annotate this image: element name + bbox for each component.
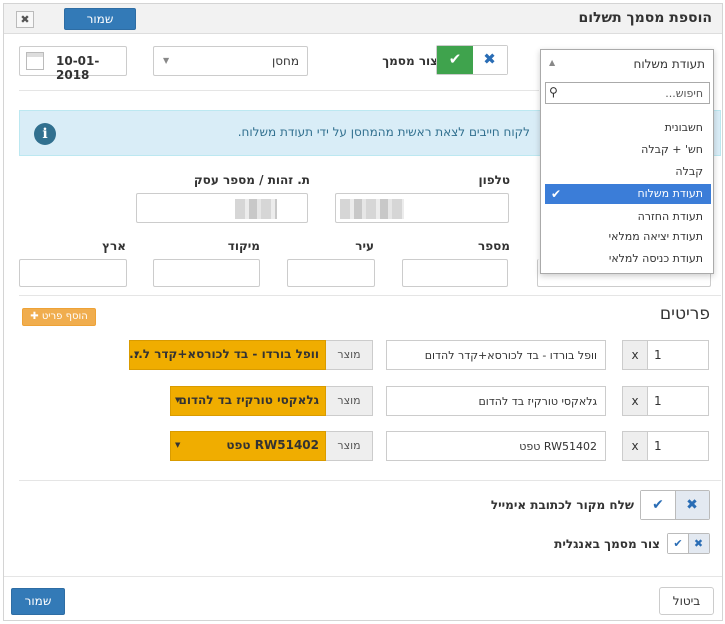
chevron-up-icon: ▲ xyxy=(549,58,556,67)
product-select[interactable]: גלאקסי טורקיז בד להדום ▼ xyxy=(170,386,326,416)
date-input[interactable]: 10-01-2018 xyxy=(19,46,127,82)
doc-type-dropdown[interactable]: תעודת משלוח ▲ חיפוש... ⚲ חשבונית חש' + ק… xyxy=(540,49,714,274)
english-doc-toggle[interactable]: ✖ ✔ xyxy=(667,533,710,554)
calendar-icon[interactable] xyxy=(26,52,44,70)
item-qty-input[interactable]: 1 xyxy=(647,340,709,370)
chevron-down-icon: ▼ xyxy=(163,56,170,65)
x-addon: x xyxy=(622,386,648,416)
warehouse-value: מחסן xyxy=(271,54,299,68)
product-addon: מוצר xyxy=(325,340,373,370)
plus-icon: ✚ xyxy=(30,311,39,322)
item-description-input[interactable]: RW51402 טפט xyxy=(386,431,606,461)
product-select[interactable]: וופל בורדו - בד לכורסא+קדר ל... ▼ xyxy=(129,340,326,370)
divider xyxy=(19,480,721,481)
create-doc-label: צור מסמך xyxy=(382,54,438,68)
dropdown-option[interactable]: תעודת החזרה xyxy=(545,207,711,227)
chevron-down-icon: ▼ xyxy=(134,350,140,358)
dropdown-option[interactable]: תעודת כניסה למלאי xyxy=(545,249,711,269)
divider xyxy=(19,295,721,296)
check-icon: ✔ xyxy=(551,187,562,201)
x-addon: x xyxy=(622,431,648,461)
zip-label: מיקוד xyxy=(227,239,260,253)
phone-label: טלפון xyxy=(478,173,510,187)
city-input[interactable] xyxy=(287,259,375,287)
divider xyxy=(19,90,539,91)
add-item-button[interactable]: הוסף פריט ✚ xyxy=(22,308,96,326)
english-doc-label: צור מסמך באנגלית xyxy=(554,537,660,551)
redacted-id xyxy=(235,199,277,219)
close-icon[interactable]: ✖ xyxy=(16,11,34,28)
item-qty-input[interactable]: 1 xyxy=(647,386,709,416)
phone-input[interactable] xyxy=(335,193,509,223)
alert-text: לקוח חייבים לצאת ראשית מהמחסן על ידי תעו… xyxy=(237,125,530,139)
number-label: מספר xyxy=(478,239,510,253)
items-section-title: פריטים xyxy=(659,304,710,324)
dropdown-option[interactable]: חשבונית xyxy=(545,118,711,138)
zip-input[interactable] xyxy=(153,259,260,287)
modal-header: הוספת מסמך תשלום ✖ שמור xyxy=(4,4,722,34)
product-addon: מוצר xyxy=(325,386,373,416)
footer-divider xyxy=(4,576,722,577)
toggle-on-icon[interactable]: ✔ xyxy=(437,46,473,74)
search-icon: ⚲ xyxy=(549,85,558,99)
dropdown-option[interactable]: תעודת יציאה ממלאי xyxy=(545,227,711,247)
doc-type-value: תעודת משלוח xyxy=(633,57,705,71)
dropdown-option[interactable]: קבלה xyxy=(545,162,711,182)
toggle-off-icon[interactable]: ✖ xyxy=(675,491,709,519)
send-email-toggle[interactable]: ✖ ✔ xyxy=(640,490,710,520)
add-payment-document-modal: הוספת מסמך תשלום ✖ שמור 10-01-2018 מחסן … xyxy=(3,3,723,621)
redacted-phone xyxy=(340,199,404,219)
item-description-input[interactable]: גלאקסי טורקיז בד להדום xyxy=(386,386,606,416)
cancel-button[interactable]: ביטול xyxy=(659,587,714,615)
item-description-input[interactable]: וופל בורדו - בד לכורסא+קדר להדום xyxy=(386,340,606,370)
chevron-down-icon: ▼ xyxy=(175,441,181,449)
x-addon: x xyxy=(622,340,648,370)
add-item-label: הוסף פריט xyxy=(41,311,88,322)
warehouse-select[interactable]: מחסן ▼ xyxy=(153,46,308,76)
city-label: עיר xyxy=(355,239,374,253)
dropdown-option-selected[interactable]: תעודת משלוח ✔ xyxy=(545,184,711,204)
number-input[interactable] xyxy=(402,259,508,287)
toggle-on-icon[interactable]: ✔ xyxy=(668,534,689,553)
product-select[interactable]: RW51402 טפט ▼ xyxy=(170,431,326,461)
id-label: ת. זהות / מספר עסק xyxy=(193,173,310,187)
send-email-label: שלח מקור לכתובת אימייל xyxy=(490,498,634,512)
country-input[interactable] xyxy=(19,259,127,287)
info-icon: i xyxy=(34,123,56,145)
item-qty-input[interactable]: 1 xyxy=(647,431,709,461)
id-input[interactable] xyxy=(136,193,308,223)
toggle-off-icon[interactable]: ✖ xyxy=(472,46,507,74)
footer-save-button[interactable]: שמור xyxy=(11,588,65,615)
date-value: 10-01-2018 xyxy=(56,54,100,82)
create-doc-toggle[interactable]: ✖ ✔ xyxy=(436,45,508,75)
product-addon: מוצר xyxy=(325,431,373,461)
toggle-on-icon[interactable]: ✔ xyxy=(641,491,676,519)
country-label: ארץ xyxy=(102,239,126,253)
toggle-off-icon[interactable]: ✖ xyxy=(688,534,709,553)
dropdown-search-input[interactable]: חיפוש... ⚲ xyxy=(545,82,710,104)
header-save-button[interactable]: שמור xyxy=(64,8,136,30)
modal-title: הוספת מסמך תשלום xyxy=(578,10,712,26)
dropdown-option[interactable]: חש' + קבלה xyxy=(545,140,711,160)
doc-type-select[interactable]: תעודת משלוח ▲ xyxy=(541,50,713,78)
chevron-down-icon: ▼ xyxy=(175,396,181,404)
